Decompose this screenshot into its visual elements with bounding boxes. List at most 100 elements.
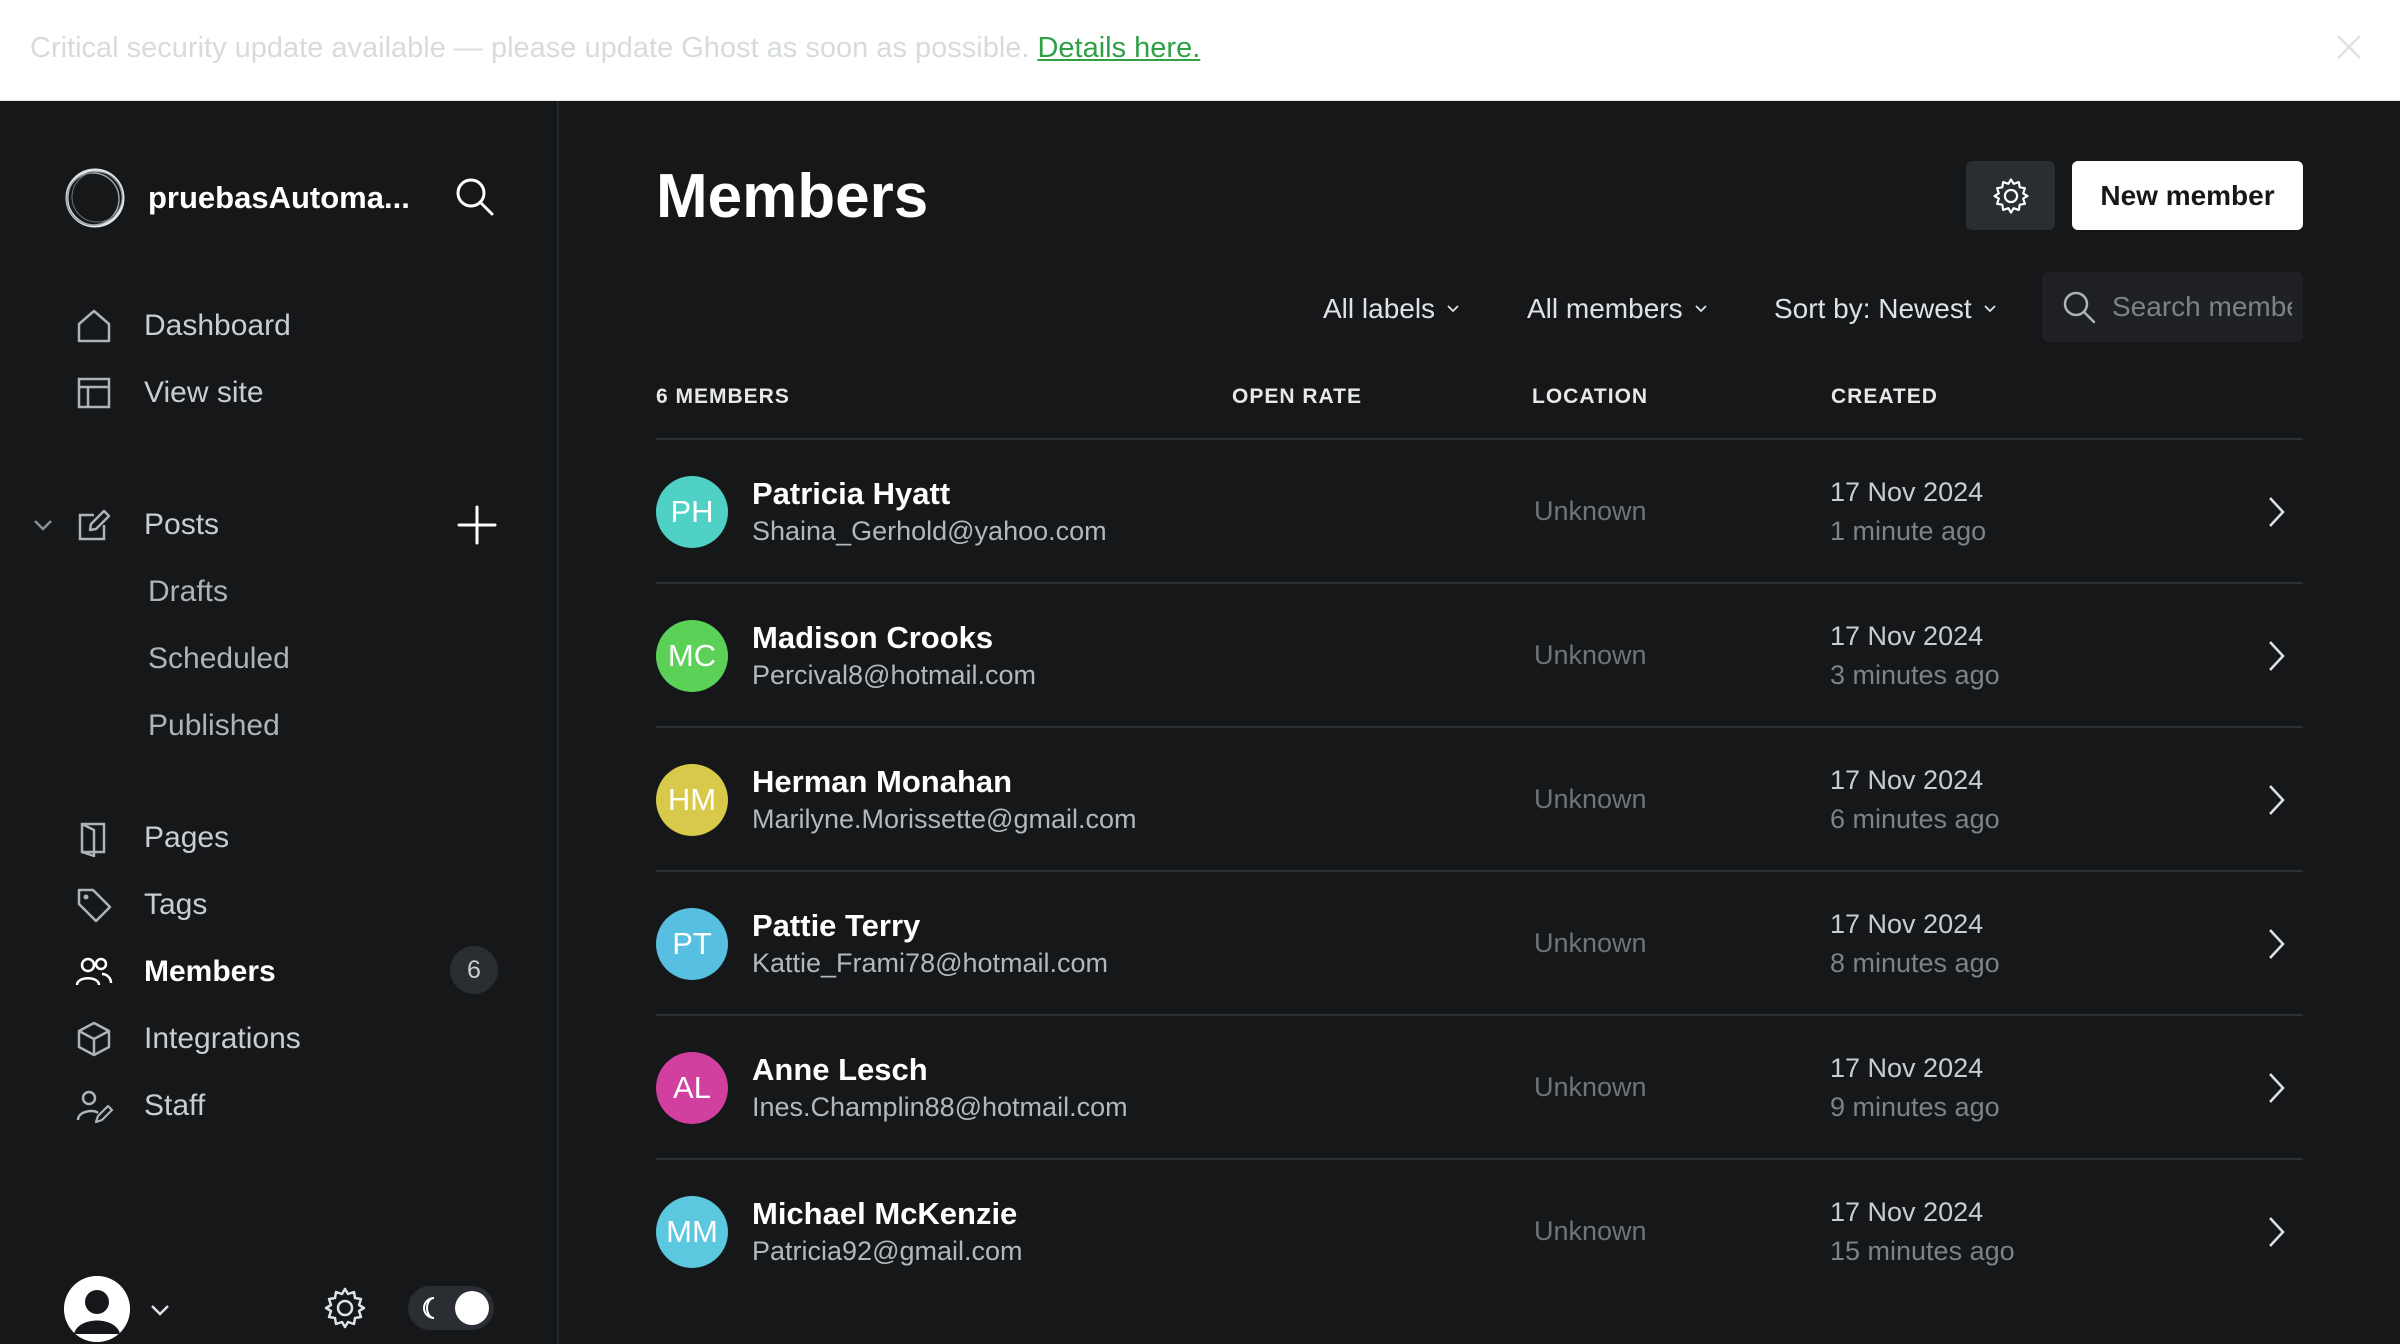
chevron-right-icon — [2269, 641, 2285, 671]
member-avatar: HM — [656, 764, 728, 836]
members-icon — [75, 957, 113, 986]
members-filter-dropdown[interactable]: All members — [1527, 289, 1709, 329]
site-brand[interactable]: pruebasAutoma... — [64, 166, 410, 230]
member-location: Unknown — [1534, 928, 1647, 958]
member-created-date: 17 Nov 2024 — [1830, 765, 1984, 795]
staff-icon — [76, 1090, 114, 1124]
sidebar-item-label: View site — [144, 376, 264, 409]
column-header-created[interactable]: CREATED — [1831, 385, 1938, 409]
page-title: Members — [656, 162, 929, 231]
chevron-right-icon — [2269, 1073, 2285, 1103]
toggle-knob — [455, 1291, 489, 1325]
member-created-date: 17 Nov 2024 — [1830, 621, 1984, 651]
column-header-location[interactable]: LOCATION — [1532, 385, 1648, 409]
member-location: Unknown — [1534, 496, 1647, 526]
sidebar-item-pages[interactable]: Pages — [74, 813, 229, 863]
moon-icon — [423, 1297, 435, 1319]
chevron-right-icon — [2269, 497, 2285, 527]
member-email: Patricia92@gmail.com — [752, 1236, 1023, 1266]
chevron-down-icon — [1447, 305, 1459, 313]
chevron-down-icon[interactable] — [30, 512, 56, 538]
chevron-right-icon — [2269, 1217, 2285, 1247]
table-row[interactable]: MM Michael McKenzie Patricia92@gmail.com Un… — [656, 1158, 2303, 1302]
sidebar-item-label: Pages — [144, 821, 230, 854]
labels-filter-dropdown[interactable]: All labels — [1323, 289, 1461, 329]
member-created-date: 17 Nov 2024 — [1830, 1197, 1984, 1227]
sidebar-item-members[interactable]: Members — [74, 947, 276, 997]
members-count-badge: 6 — [450, 946, 498, 994]
member-created-relative: 8 minutes ago — [1830, 948, 2000, 978]
main-content: Members New member All labels All member… — [561, 101, 2400, 1344]
table-row[interactable]: PT Pattie Terry Kattie_Frami78@hotmail.com… — [656, 870, 2303, 1014]
sidebar-item-view-site[interactable]: View site — [74, 368, 264, 418]
sidebar-item-label: Staff — [144, 1089, 206, 1122]
member-avatar: PT — [656, 908, 728, 980]
gear-icon — [1992, 177, 2029, 214]
members-settings-button[interactable] — [1966, 161, 2055, 230]
member-location: Unknown — [1534, 1216, 1647, 1246]
member-created-relative: 3 minutes ago — [1830, 660, 2000, 690]
member-email: Percival8@hotmail.com — [752, 660, 1037, 690]
sort-dropdown[interactable]: Sort by: Newest — [1774, 289, 1998, 329]
banner-details-link[interactable]: Details here. — [1037, 32, 1200, 64]
security-banner: Critical security update available — ple… — [0, 0, 2400, 101]
chevron-down-icon — [1984, 305, 1996, 313]
members-filter-label: All members — [1527, 293, 1683, 324]
member-created-date: 17 Nov 2024 — [1830, 909, 1984, 939]
sidebar-item-posts[interactable]: Posts — [74, 500, 219, 550]
sidebar-item-label: Integrations — [144, 1022, 301, 1055]
search-members[interactable] — [2042, 272, 2303, 342]
site-name: pruebasAutoma... — [148, 180, 410, 215]
chevron-right-icon — [2269, 785, 2285, 815]
member-created-date: 17 Nov 2024 — [1830, 477, 1984, 507]
sidebar-item-dashboard[interactable]: Dashboard — [74, 301, 291, 351]
gear-icon[interactable] — [322, 1285, 368, 1331]
chevron-down-icon[interactable] — [146, 1296, 174, 1324]
tag-icon — [77, 888, 112, 923]
search-icon[interactable] — [452, 174, 496, 218]
edit-icon — [78, 509, 111, 541]
members-table: PH Patricia Hyatt Shaina_Gerhold@yahoo.com… — [656, 438, 2303, 1302]
sidebar-item-scheduled[interactable]: Scheduled — [148, 642, 290, 676]
home-icon — [77, 309, 111, 343]
plus-icon[interactable] — [455, 503, 499, 547]
column-header-open-rate[interactable]: OPEN RATE — [1232, 385, 1362, 409]
chevron-down-icon — [1694, 305, 1707, 313]
member-avatar: MC — [656, 620, 728, 692]
sidebar: pruebasAutoma... Dashboard View site Pos… — [0, 101, 559, 1344]
labels-filter-label: All labels — [1323, 293, 1436, 324]
member-avatar: MM — [656, 1196, 728, 1268]
sidebar-item-integrations[interactable]: Integrations — [74, 1014, 301, 1064]
sort-label: Sort by: Newest — [1774, 293, 1972, 324]
member-created-date: 17 Nov 2024 — [1830, 1053, 1984, 1083]
member-created-relative: 6 minutes ago — [1830, 804, 2000, 834]
table-row[interactable]: PH Patricia Hyatt Shaina_Gerhold@yahoo.com… — [656, 438, 2303, 582]
member-location: Unknown — [1534, 640, 1647, 670]
member-name: Michael McKenzie — [752, 1196, 1018, 1231]
sidebar-item-tags[interactable]: Tags — [74, 880, 207, 930]
column-header-members: 6 MEMBERS — [656, 385, 790, 408]
dark-mode-toggle[interactable] — [408, 1286, 494, 1330]
box-icon — [77, 1021, 111, 1057]
sidebar-item-label: Posts — [144, 508, 220, 541]
member-created-relative: 1 minute ago — [1830, 516, 1987, 546]
member-avatar: PH — [656, 476, 728, 548]
search-input[interactable] — [2112, 291, 2292, 323]
sidebar-item-staff[interactable]: Staff — [74, 1081, 205, 1131]
new-member-button[interactable]: New member — [2072, 161, 2303, 230]
table-row[interactable]: AL Anne Lesch Ines.Champlin88@hotmail.com U… — [656, 1014, 2303, 1158]
member-name: Anne Lesch — [752, 1052, 928, 1087]
member-email: Ines.Champlin88@hotmail.com — [752, 1092, 1128, 1122]
close-icon[interactable] — [2334, 32, 2364, 62]
page-icon — [80, 822, 106, 858]
sidebar-item-drafts[interactable]: Drafts — [148, 575, 228, 609]
user-avatar[interactable] — [64, 1276, 130, 1342]
table-row[interactable]: HM Herman Monahan Marilyne.Morissette@gmai… — [656, 726, 2303, 870]
table-row[interactable]: MC Madison Crooks Percival8@hotmail.com Unk… — [656, 582, 2303, 726]
sidebar-item-published[interactable]: Published — [148, 709, 280, 743]
member-location: Unknown — [1534, 784, 1647, 814]
member-location: Unknown — [1534, 1072, 1647, 1102]
member-name: Madison Crooks — [752, 620, 994, 655]
member-created-relative: 9 minutes ago — [1830, 1092, 2000, 1122]
search-icon — [2063, 291, 2096, 324]
